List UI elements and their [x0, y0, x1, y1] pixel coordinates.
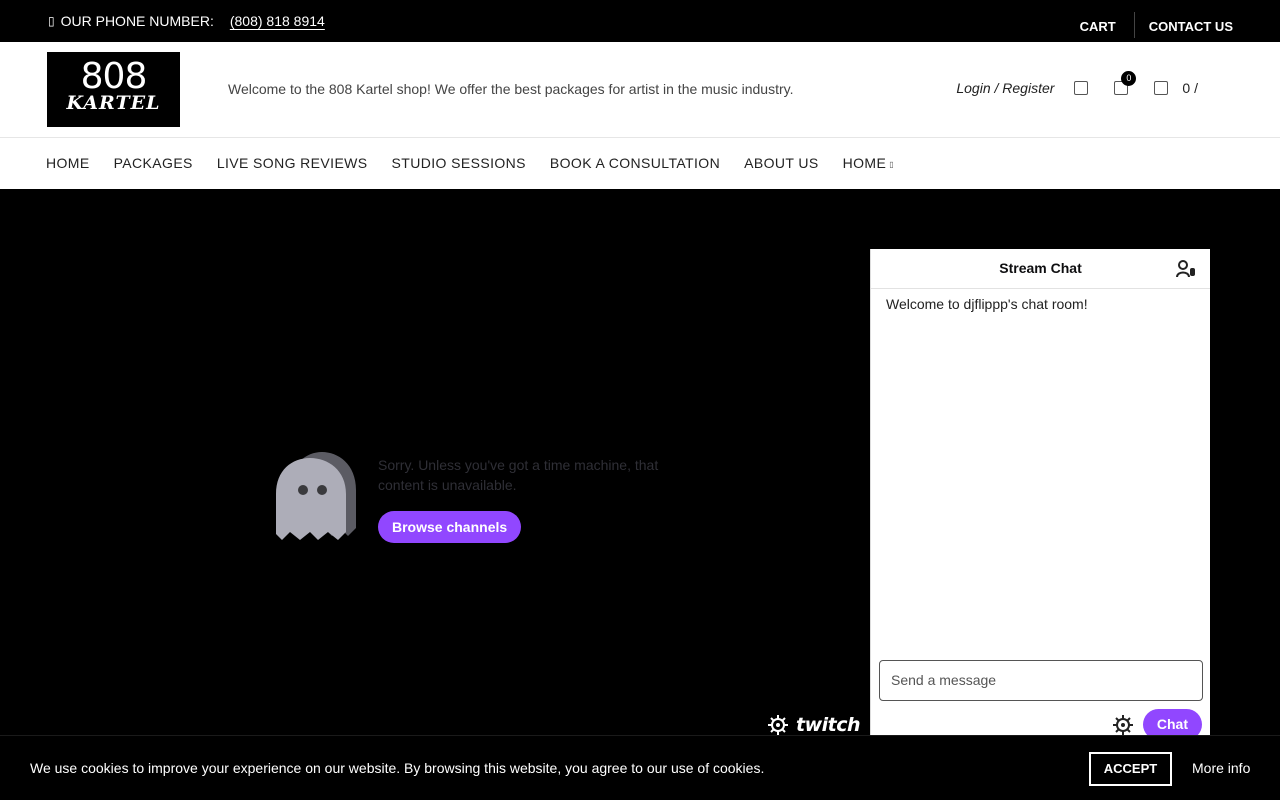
nav-item-home-dropdown[interactable]: HOME ▯: [843, 155, 894, 171]
twitch-logo[interactable]: twitch: [796, 714, 861, 736]
stream-chat-panel: Stream Chat Welcome to djflippp's chat r…: [870, 249, 1210, 749]
chat-settings-gear-icon[interactable]: [1112, 714, 1133, 735]
phone-icon: ▯: [48, 14, 55, 28]
header-actions: Login / Register 0 0 /: [956, 71, 1198, 96]
login-register-link[interactable]: Login / Register: [956, 80, 1054, 96]
cookie-text: We use cookies to improve your experienc…: [30, 760, 765, 776]
cart-icon[interactable]: [1154, 81, 1169, 95]
phone-label: OUR PHONE NUMBER:: [60, 13, 214, 29]
chat-welcome-message: Welcome to djflippp's chat room!: [886, 296, 1088, 312]
top-links: CART CONTACT US: [1080, 12, 1233, 39]
logo-text-bottom: KARTEL: [66, 92, 161, 114]
compare-count-badge: 0: [1121, 71, 1137, 86]
chat-header: Stream Chat: [871, 249, 1210, 289]
twitch-branding: twitch: [768, 714, 861, 736]
phone-info: ▯ OUR PHONE NUMBER: (808) 818 8914: [48, 13, 325, 29]
cart-link[interactable]: CART: [1080, 19, 1116, 34]
phone-number-link[interactable]: (808) 818 8914: [230, 13, 325, 29]
chat-message-input[interactable]: Send a message: [879, 660, 1203, 701]
stream-embed-area: Sorry. Unless you've got a time machine,…: [0, 189, 1280, 800]
top-bar: ▯ OUR PHONE NUMBER: (808) 818 8914 CART …: [0, 0, 1280, 42]
contact-link[interactable]: CONTACT US: [1149, 19, 1233, 34]
site-logo[interactable]: 808 KARTEL: [47, 52, 180, 127]
cookie-banner: We use cookies to improve your experienc…: [0, 735, 1280, 800]
cookie-more-info-link[interactable]: More info: [1192, 760, 1250, 776]
nav-item-book-consultation[interactable]: BOOK A CONSULTATION: [550, 155, 720, 171]
site-header: 808 KARTEL Welcome to the 808 Kartel sho…: [0, 42, 1280, 138]
chat-title: Stream Chat: [999, 260, 1082, 276]
divider: [1133, 12, 1135, 38]
nav-item-home[interactable]: HOME: [46, 155, 90, 171]
nav-item-live-song-reviews[interactable]: LIVE SONG REVIEWS: [217, 155, 368, 171]
nav-item-studio-sessions[interactable]: STUDIO SESSIONS: [392, 155, 526, 171]
unavailable-message: Sorry. Unless you've got a time machine,…: [378, 457, 659, 493]
nav-item-about-us[interactable]: ABOUT US: [744, 155, 819, 171]
nav-item-packages[interactable]: PACKAGES: [114, 155, 193, 171]
nav-item-home-dropdown-label: HOME: [842, 155, 887, 171]
users-icon[interactable]: [1176, 260, 1196, 278]
ghost-icon: [276, 452, 356, 540]
logo-text-top: 808: [80, 56, 148, 97]
cart-total[interactable]: 0 /: [1182, 80, 1198, 96]
browse-channels-button[interactable]: Browse channels: [378, 511, 522, 543]
main-nav: HOME PACKAGES LIVE SONG REVIEWS STUDIO S…: [0, 138, 1280, 189]
welcome-text: Welcome to the 808 Kartel shop! We offer…: [228, 81, 794, 97]
cookie-accept-button[interactable]: ACCEPT: [1089, 752, 1172, 786]
chevron-down-icon: ▯: [889, 160, 895, 169]
compare-icon[interactable]: 0: [1114, 71, 1137, 95]
settings-gear-icon[interactable]: [768, 715, 788, 735]
wishlist-icon[interactable]: [1074, 81, 1089, 95]
